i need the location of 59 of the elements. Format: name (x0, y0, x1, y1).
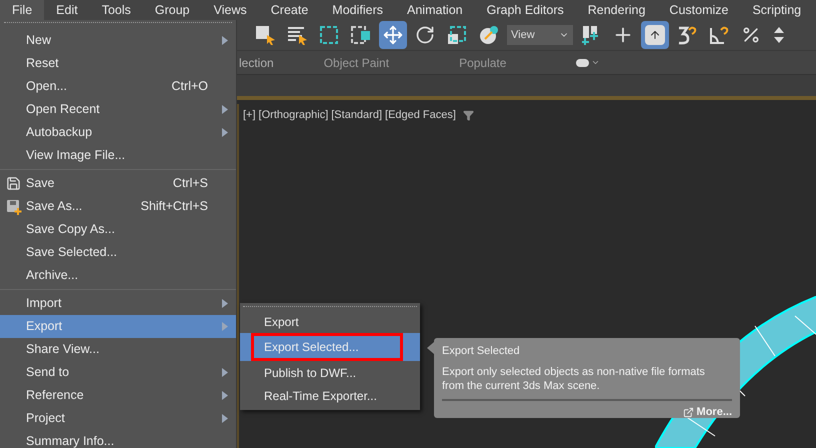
menu-bar-item[interactable]: File (0, 0, 44, 20)
menu-item[interactable]: New (0, 29, 236, 52)
ribbon-tab[interactable]: Populate (459, 54, 506, 72)
menu-item[interactable]: Archive... (0, 264, 236, 287)
menu-item[interactable]: View Image File... (0, 144, 236, 167)
menu-item[interactable]: Summary Info... (0, 430, 236, 448)
shortcut-text: Shift+Ctrl+S (140, 198, 208, 216)
submenu-arrow-icon (222, 391, 228, 400)
menu-item[interactable]: Save As... Shift+Ctrl+S (0, 195, 236, 218)
floppy-plus-icon (6, 198, 22, 214)
menu-item[interactable]: Send to (0, 361, 236, 384)
menu-item[interactable]: Import (0, 292, 236, 315)
menu-bar-item[interactable]: Animation (395, 0, 475, 20)
ribbon-tab[interactable]: lection (239, 54, 274, 72)
menu-bar-item[interactable]: Scripting (740, 0, 814, 20)
viewport-label[interactable]: [Orthographic] (258, 107, 328, 124)
menu-item[interactable]: Autobackup (0, 121, 236, 144)
menu-bar-item[interactable]: Graph Editors (474, 0, 576, 20)
menu-item[interactable]: Project (0, 407, 236, 430)
submenu-item[interactable]: Export (240, 310, 420, 333)
viewport-label[interactable]: [Edged Faces] (385, 107, 456, 124)
menu-bar-item[interactable]: Create (258, 0, 320, 20)
move-icon[interactable] (379, 21, 407, 49)
menu-item[interactable]: Open Recent (0, 98, 236, 121)
menu-bar-item[interactable]: Group (142, 0, 202, 20)
submenu-item[interactable]: Publish to DWF... (240, 361, 420, 384)
menu-bar-item[interactable]: Modifiers (320, 0, 396, 20)
tooltip-title: Export Selected (442, 344, 521, 358)
viewport-label[interactable]: [+] (243, 107, 256, 124)
submenu-arrow-icon (222, 36, 228, 45)
shortcut-text: Ctrl+S (172, 175, 208, 192)
submenu-item[interactable]: Real-Time Exporter... (240, 384, 420, 407)
submenu-arrow-icon (222, 322, 228, 331)
filter-icon (462, 110, 474, 121)
menu-bar-item[interactable]: Tools (90, 0, 143, 20)
submenu-arrow-icon (222, 299, 228, 308)
menu-item[interactable]: Reset (0, 52, 236, 75)
ribbon-options-icon[interactable] (576, 58, 600, 67)
submenu-arrow-icon (222, 128, 228, 137)
submenu-arrow-icon (222, 105, 228, 114)
menu-bar-item[interactable]: Edit (44, 0, 90, 20)
external-link-icon (682, 406, 694, 418)
menu-item[interactable]: Save Selected... (0, 241, 236, 264)
menu-bar-item[interactable]: Rendering (576, 0, 658, 20)
viewport-label[interactable]: [Standard] (331, 107, 382, 124)
menu-item[interactable]: Open... Ctrl+O (0, 75, 236, 98)
menu-item[interactable]: Share View... (0, 338, 236, 361)
more-link[interactable]: More... (696, 404, 732, 420)
menu-bar-item[interactable]: Customize (657, 0, 740, 20)
submenu-arrow-icon (222, 414, 228, 423)
ribbon-tab[interactable]: Object Paint (324, 54, 390, 72)
submenu-arrow-icon (222, 368, 228, 377)
menu-item[interactable]: Reference (0, 384, 236, 407)
menu-item[interactable]: Save Copy As... (0, 218, 236, 241)
shortcut-text: Ctrl+O (172, 78, 208, 96)
tooltip-description: Export only selected objects as non-native file formats from the current 3ds Max scene. (442, 365, 706, 393)
view-dropdown[interactable]: View (507, 25, 573, 45)
menu-bar-item[interactable]: Views (202, 0, 259, 20)
menu-item[interactable]: Save Ctrl+S (0, 172, 236, 195)
